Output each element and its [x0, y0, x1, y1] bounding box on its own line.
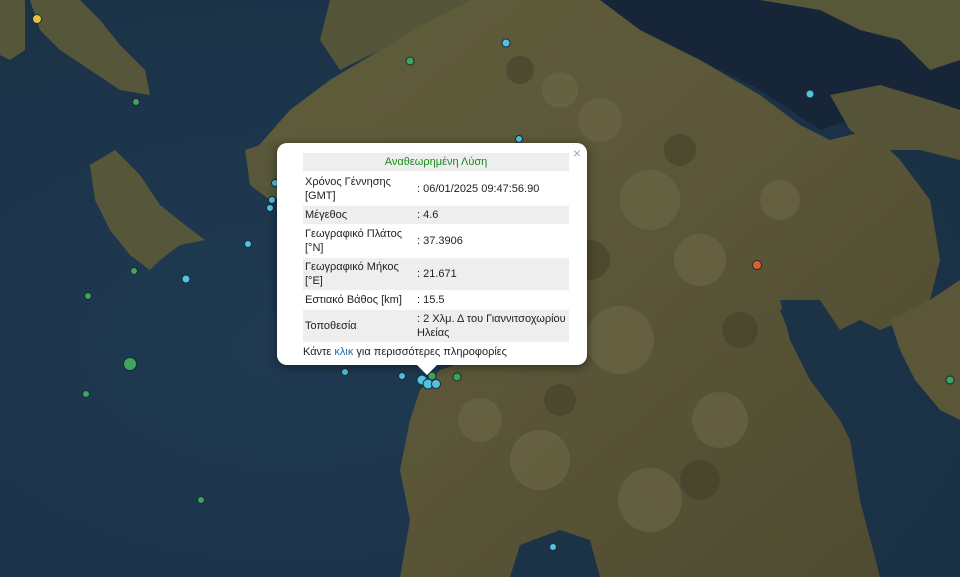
popup-title: Αναθεωρημένη Λύση: [303, 153, 569, 171]
marker-cyan[interactable]: [515, 135, 523, 143]
more-info-link[interactable]: κλικ: [334, 346, 353, 358]
earthquake-details-table: Χρόνος Γέννησης [GMT] : 06/01/2025 09:47…: [303, 172, 569, 343]
row-value: : 4.6: [415, 206, 569, 224]
marker-cyan[interactable]: [549, 543, 557, 551]
footer-prefix: Κάντε: [303, 346, 335, 358]
marker-green[interactable]: [132, 98, 140, 106]
marker-cyan[interactable]: [341, 368, 349, 376]
marker-green[interactable]: [945, 375, 955, 385]
row-label: Τοποθεσία: [303, 310, 415, 342]
marker-green[interactable]: [405, 56, 415, 66]
marker-orange[interactable]: [752, 260, 762, 270]
marker-green[interactable]: [130, 267, 138, 275]
marker-green[interactable]: [197, 496, 205, 504]
footer-suffix: για περισσότερες πληροφορίες: [353, 346, 507, 358]
row-label: Γεωγραφικό Πλάτος [°N]: [305, 228, 403, 254]
row-label: Γεωγραφικό Μήκος [°E]: [303, 258, 415, 290]
table-row: Μέγεθος : 4.6: [303, 206, 569, 224]
row-value: : 2 Χλμ. Δ του Γιαννιτσοχωρίου Ηλείας: [415, 310, 569, 342]
row-value: : 21.671: [415, 258, 569, 290]
row-value: : 37.3906: [417, 235, 463, 247]
table-row: Εστιακό Βάθος [km] : 15.5: [303, 291, 569, 309]
marker-cyan[interactable]: [431, 379, 441, 389]
marker-cyan[interactable]: [398, 372, 406, 380]
close-icon[interactable]: ×: [573, 146, 581, 160]
table-row: Τοποθεσία : 2 Χλμ. Δ του Γιαννιτσοχωρίου…: [303, 310, 569, 342]
table-row: Γεωγραφικό Μήκος [°E] : 21.671: [303, 258, 569, 290]
row-label: Μέγεθος: [303, 206, 415, 224]
row-label: Χρόνος Γέννησης [GMT]: [305, 176, 391, 202]
marker-green[interactable]: [452, 372, 462, 382]
lefkada-island: [0, 0, 25, 60]
row-label: Εστιακό Βάθος [km]: [305, 294, 402, 306]
row-value: : 15.5: [417, 294, 445, 306]
marker-green[interactable]: [84, 292, 92, 300]
marker-green[interactable]: [82, 390, 90, 398]
marker-cyan[interactable]: [181, 274, 191, 284]
table-row: Γεωγραφικό Πλάτος [°N] : 37.3906: [303, 225, 569, 257]
marker-cyan[interactable]: [268, 196, 276, 204]
popup-footer: Κάντε κλικ για περισσότερες πληροφορίες: [303, 346, 569, 358]
table-row: Χρόνος Γέννησης [GMT] : 06/01/2025 09:47…: [303, 173, 569, 205]
marker-cyan[interactable]: [244, 240, 252, 248]
row-value: : 06/01/2025 09:47:56.90: [417, 183, 540, 195]
earthquake-info-popup: × Αναθεωρημένη Λύση Χρόνος Γέννησης [GMT…: [277, 143, 587, 375]
marker-cyan[interactable]: [266, 204, 274, 212]
marker-yellow[interactable]: [32, 14, 42, 24]
marker-cyan[interactable]: [501, 38, 511, 48]
marker-cyan[interactable]: [805, 89, 815, 99]
marker-green-large[interactable]: [123, 357, 137, 371]
